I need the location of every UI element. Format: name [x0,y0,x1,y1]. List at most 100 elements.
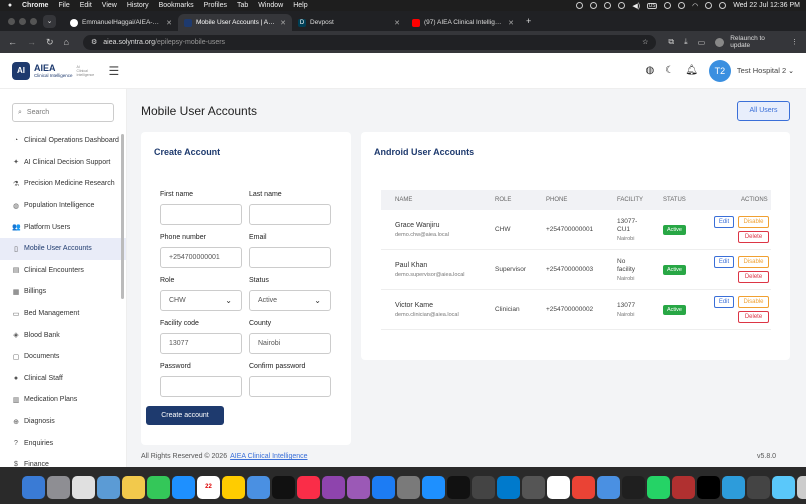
dock-app-icon[interactable] [347,475,370,499]
chevron-down-icon[interactable]: ⌄ [788,67,794,75]
sidebar-scrollbar[interactable] [121,134,124,299]
menu-profiles[interactable]: Profiles [204,2,227,9]
menu-window[interactable]: Window [258,2,283,9]
relaunch-button[interactable]: Relaunch to update [730,35,785,49]
dock-app-icon[interactable] [522,475,545,499]
dock-app-icon[interactable] [622,475,645,499]
edit-button[interactable]: Edit [714,216,734,228]
sidebar-item-precision-medicine-research[interactable]: ⚗ Precision Medicine Research [0,173,126,195]
menu-view[interactable]: View [102,2,117,9]
dock-app-icon[interactable] [272,475,295,499]
dock-app-icon[interactable] [322,475,345,499]
sidebar-item-documents[interactable]: ▢ Documents [0,346,126,368]
screen-record-icon[interactable] [678,2,686,9]
delete-button[interactable]: Delete [738,271,769,283]
notifications-bell-icon[interactable]: 🔔︎ [685,65,698,76]
status-select[interactable]: Active ⌄ [249,290,331,311]
more-menu-icon[interactable]: ⋮ [791,38,798,46]
dock-app-icon[interactable] [672,475,695,499]
sidebar-item-enquiries[interactable]: ? Enquiries [0,432,126,454]
minimize-window-icon[interactable] [19,17,26,25]
create-account-button[interactable]: Create account [146,406,224,425]
disable-button[interactable]: Disable [738,216,769,228]
dock-app-icon[interactable] [572,475,595,499]
user-avatar[interactable]: T2 [708,59,731,82]
confirm-password-field[interactable] [249,376,331,397]
sidebar-item-clinical-operations-dashboard[interactable]: ◔ Clinical Operations Dashboard [0,130,126,152]
browser-tab-youtube[interactable]: (97) AIEA Clinical Intelligence ✕ [406,14,520,31]
sidebar-item-ai-clinical-decision-support[interactable]: ✦ AI Clinical Decision Support [0,152,126,174]
status-icon[interactable] [576,2,584,9]
dock-app-icon[interactable] [547,475,570,499]
forward-icon[interactable]: → [27,37,36,47]
downloads-icon[interactable]: ⤓ [684,37,688,47]
close-tab-icon[interactable]: ✕ [280,19,286,27]
battery-icon[interactable] [664,2,672,9]
disable-button[interactable]: Disable [738,296,769,308]
county-field[interactable]: Nairobi [249,333,331,354]
dock-app-icon[interactable] [722,475,745,499]
menu-file[interactable]: File [58,2,69,9]
menu-app-name[interactable]: Chrome [22,2,48,9]
sidebar-item-medication-plans[interactable]: ▥ Medication Plans [0,389,126,411]
dock-app-icon[interactable] [597,475,620,499]
profile-avatar-icon[interactable] [715,37,725,47]
menu-history[interactable]: History [127,2,149,9]
calendar-app-icon[interactable]: 22 [197,475,220,499]
dock-app-icon[interactable] [72,475,95,499]
sidebar-item-population-intelligence[interactable]: ◍ Population Intelligence [0,195,126,217]
user-name[interactable]: Test Hospital 2 [737,66,786,75]
browser-tab-github[interactable]: EmmanuelHaggai/AIEA-Clinic ✕ [64,14,178,31]
apple-menu-icon[interactable]: ● [6,2,14,9]
dock-app-icon[interactable] [47,475,70,499]
dock-app-icon[interactable] [122,475,145,499]
dock-app-icon[interactable] [397,475,420,499]
sidebar-item-platform-users[interactable]: 👥 Platform Users [0,216,126,238]
delete-button[interactable]: Delete [738,311,769,323]
email-field[interactable] [249,247,331,268]
input-source-indicator[interactable]: US [647,2,658,9]
dock-app-icon[interactable] [172,475,195,499]
sidebar-item-billings[interactable]: ▦ Billings [0,281,126,303]
dock-app-icon[interactable] [447,475,470,499]
browser-tab-mobile-users[interactable]: Mobile User Accounts | AIEA ✕ [178,14,292,31]
footer-link[interactable]: AIEA Clinical Intelligence [230,453,307,460]
sidebar-item-clinical-staff[interactable]: ● Clinical Staff [0,368,126,390]
edit-button[interactable]: Edit [714,256,734,268]
address-bar[interactable]: ⚙ aiea.solyntra.org/epilepsy-mobile-user… [82,34,657,50]
dock-app-icon[interactable] [472,475,495,499]
site-info-icon[interactable]: ⚙ [91,38,97,46]
dock-app-icon[interactable] [372,475,395,499]
extensions-icon[interactable]: ⧉ [668,37,674,47]
dock-app-icon[interactable] [647,475,670,499]
menu-bookmarks[interactable]: Bookmarks [159,2,194,9]
dock-app-icon[interactable] [97,475,120,499]
sidebar-item-clinical-encounters[interactable]: ▤ Clinical Encounters [0,260,126,282]
dock-app-icon[interactable] [22,475,45,499]
control-center-icon[interactable] [719,2,727,9]
close-tab-icon[interactable]: ✕ [166,19,172,27]
reading-list-icon[interactable]: ▭ [698,38,706,47]
bookmark-star-icon[interactable]: ☆ [642,38,648,46]
dock-app-icon[interactable] [422,475,445,499]
phone-field[interactable]: +254700000001 [160,247,242,268]
back-icon[interactable]: ← [8,37,17,47]
tab-search-dropdown-icon[interactable]: ⌄ [43,14,56,28]
first-name-field[interactable] [160,204,242,225]
menubar-clock[interactable]: Wed 22 Jul 12:36 PM [733,2,800,9]
dark-mode-moon-icon[interactable]: ☾ [665,65,674,76]
bluetooth-icon[interactable] [618,2,626,9]
last-name-field[interactable] [249,204,331,225]
reload-icon[interactable]: ↻ [46,37,54,48]
dock-app-icon[interactable] [797,475,806,499]
sidebar-item-blood-bank[interactable]: ◈ Blood Bank [0,324,126,346]
home-icon[interactable]: ⌂ [64,37,69,47]
menu-tab[interactable]: Tab [237,2,248,9]
menu-edit[interactable]: Edit [80,2,92,9]
focus-icon[interactable] [604,2,612,9]
browser-tab-devpost[interactable]: D Devpost ✕ [292,14,406,31]
dock-app-icon[interactable] [697,475,720,499]
disable-button[interactable]: Disable [738,256,769,268]
close-tab-icon[interactable]: ✕ [508,19,514,27]
dock-app-icon[interactable] [747,475,770,499]
